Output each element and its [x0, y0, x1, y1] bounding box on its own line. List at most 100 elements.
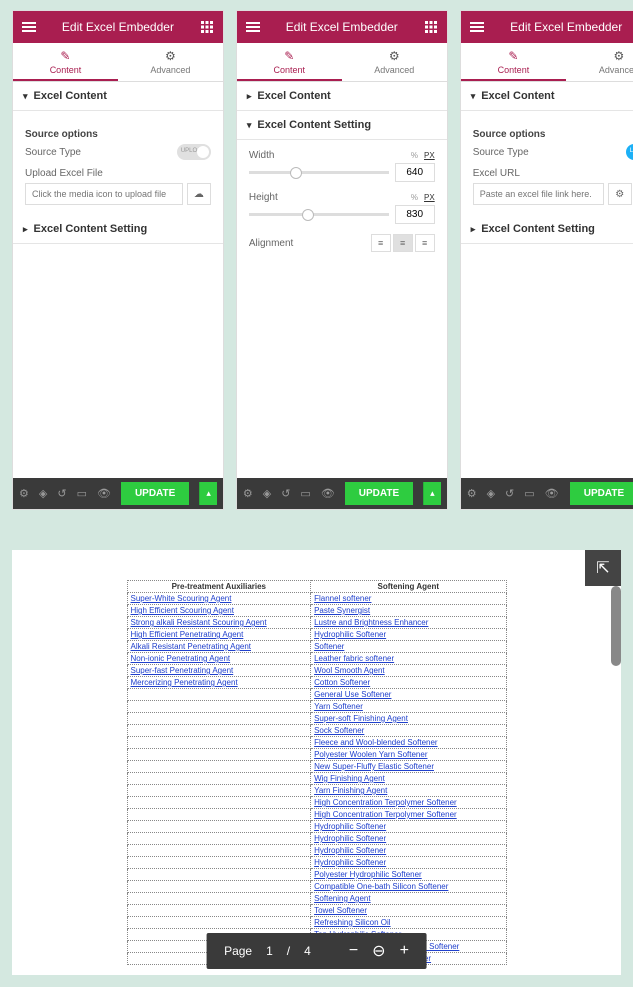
- settings-icon[interactable]: ⚙: [243, 487, 253, 500]
- responsive-icon[interactable]: ▭: [524, 487, 534, 500]
- height-input[interactable]: [395, 205, 435, 224]
- settings-icon[interactable]: ⚙: [467, 487, 477, 500]
- tab-advanced[interactable]: ⚙Advanced: [118, 43, 223, 81]
- align-right-button[interactable]: ≡: [415, 234, 435, 252]
- cell-link[interactable]: Cotton Softener: [314, 678, 370, 687]
- section-excel-content[interactable]: ▸Excel Content: [237, 82, 447, 111]
- update-dropdown[interactable]: ▴: [423, 482, 441, 505]
- align-left-button[interactable]: ≡: [371, 234, 391, 252]
- cell-link[interactable]: Sock Softener: [314, 726, 364, 735]
- settings-icon[interactable]: ⚙: [19, 487, 29, 500]
- cell-link[interactable]: Wool Smooth Agent: [314, 666, 385, 675]
- url-input[interactable]: [473, 183, 604, 205]
- tab-content[interactable]: ✎Content: [237, 43, 342, 81]
- link-options-button[interactable]: ⚙: [608, 183, 632, 205]
- menu-icon[interactable]: [467, 17, 487, 37]
- cell-link[interactable]: Polyester Woolen Yarn Softener: [314, 750, 427, 759]
- cell-link[interactable]: Mercerizing Penetrating Agent: [131, 678, 238, 687]
- unit-px[interactable]: PX: [424, 151, 435, 160]
- update-dropdown[interactable]: ▴: [199, 482, 217, 505]
- cell-link[interactable]: Hydrophilic Softener: [314, 846, 386, 855]
- history-icon[interactable]: ↺: [281, 487, 290, 500]
- pencil-icon: ✎: [461, 49, 567, 63]
- cell-link[interactable]: Super-soft Finishing Agent: [314, 714, 408, 723]
- popout-icon[interactable]: ⇱: [585, 550, 621, 586]
- table-cell: Compatible One-bath Silicon Softener: [311, 881, 506, 893]
- menu-icon[interactable]: [243, 17, 263, 37]
- menu-icon[interactable]: [19, 17, 39, 37]
- width-slider[interactable]: [249, 171, 389, 174]
- cell-link[interactable]: Flannel softener: [314, 594, 371, 603]
- pencil-icon: ✎: [13, 49, 118, 63]
- cell-link[interactable]: Paste Synergist: [314, 606, 370, 615]
- responsive-icon[interactable]: ▭: [77, 487, 87, 500]
- cell-link[interactable]: Compatible One-bath Silicon Softener: [314, 882, 448, 891]
- cell-link[interactable]: Hydrophilic Softener: [314, 858, 386, 867]
- cell-link[interactable]: Fleece and Wool-blended Softener: [314, 738, 438, 747]
- tab-content[interactable]: ✎Content: [461, 43, 567, 81]
- cell-link[interactable]: Hydrophilic Softener: [314, 834, 386, 843]
- unit-pct[interactable]: %: [411, 151, 418, 160]
- zoom-out-icon[interactable]: −: [349, 942, 358, 960]
- upload-media-button[interactable]: ☁: [187, 183, 211, 205]
- cell-link[interactable]: High Efficient Scouring Agent: [131, 606, 234, 615]
- responsive-icon[interactable]: ▭: [300, 487, 310, 500]
- apps-icon[interactable]: [197, 17, 217, 37]
- update-button[interactable]: UPDATE: [345, 482, 413, 505]
- preview-icon[interactable]: 👁: [321, 487, 335, 500]
- cell-link[interactable]: Lustre and Brightness Enhancer: [314, 618, 428, 627]
- layers-icon[interactable]: ◈: [39, 487, 47, 500]
- width-input[interactable]: [395, 163, 435, 182]
- layers-icon[interactable]: ◈: [487, 487, 495, 500]
- unit-px[interactable]: PX: [424, 193, 435, 202]
- history-icon[interactable]: ↺: [505, 487, 514, 500]
- cell-link[interactable]: Softening Agent: [314, 894, 371, 903]
- zoom-in-icon[interactable]: +: [400, 942, 409, 960]
- cell-link[interactable]: Non-ionic Penetrating Agent: [131, 654, 231, 663]
- cell-link[interactable]: General Use Softener: [314, 690, 391, 699]
- section-excel-setting[interactable]: ▸Excel Content Setting: [461, 215, 633, 244]
- cell-link[interactable]: Yarn Softener: [314, 702, 363, 711]
- section-excel-content[interactable]: ▾Excel Content: [13, 82, 223, 111]
- section-excel-content[interactable]: ▾Excel Content: [461, 82, 633, 111]
- align-center-button[interactable]: ≡: [393, 234, 413, 252]
- history-icon[interactable]: ↺: [57, 487, 66, 500]
- update-button[interactable]: UPDATE: [570, 482, 633, 505]
- tab-content[interactable]: ✎Content: [13, 43, 118, 81]
- cell-link[interactable]: Refreshing Silicon Oil: [314, 918, 390, 927]
- section-excel-setting[interactable]: ▾Excel Content Setting: [237, 111, 447, 140]
- apps-icon[interactable]: [421, 17, 441, 37]
- cell-link[interactable]: Leather fabric softener: [314, 654, 394, 663]
- preview-icon[interactable]: 👁: [545, 487, 559, 500]
- source-type-toggle[interactable]: LINK: [626, 144, 633, 160]
- cell-link[interactable]: Super-White Scouring Agent: [131, 594, 232, 603]
- cell-link[interactable]: High Efficient Penetrating Agent: [131, 630, 244, 639]
- cell-link[interactable]: Wig Finishing Agent: [314, 774, 385, 783]
- source-type-toggle[interactable]: UPLOAD: [177, 144, 211, 160]
- table-row: Wig Finishing Agent: [127, 773, 506, 785]
- cell-link[interactable]: Polyester Hydrophilic Softener: [314, 870, 422, 879]
- preview-icon[interactable]: 👁: [97, 487, 111, 500]
- unit-pct[interactable]: %: [411, 193, 418, 202]
- cell-link[interactable]: New Super-Fluffy Elastic Softener: [314, 762, 434, 771]
- vertical-scrollbar[interactable]: [611, 586, 621, 666]
- cell-link[interactable]: Alkali Resistant Penetrating Agent: [131, 642, 252, 651]
- height-slider[interactable]: [249, 213, 389, 216]
- layers-icon[interactable]: ◈: [263, 487, 271, 500]
- table-cell: New Super-Fluffy Elastic Softener: [311, 761, 506, 773]
- cell-link[interactable]: Softener: [314, 642, 344, 651]
- cell-link[interactable]: Yarn Finishing Agent: [314, 786, 387, 795]
- cell-link[interactable]: Strong alkali Resistant Scouring Agent: [131, 618, 267, 627]
- upload-input[interactable]: [25, 183, 183, 205]
- cell-link[interactable]: Hydrophilic Softener: [314, 630, 386, 639]
- cell-link[interactable]: Super-fast Penetrating Agent: [131, 666, 234, 675]
- tab-advanced[interactable]: ⚙Advanced: [566, 43, 633, 81]
- tab-advanced[interactable]: ⚙Advanced: [342, 43, 447, 81]
- section-excel-setting[interactable]: ▸Excel Content Setting: [13, 215, 223, 244]
- update-button[interactable]: UPDATE: [121, 482, 189, 505]
- cell-link[interactable]: High Concentration Terpolymer Softener: [314, 810, 457, 819]
- cell-link[interactable]: Hydrophilic Softener: [314, 822, 386, 831]
- zoom-reset-icon[interactable]: ⊖: [372, 941, 385, 961]
- cell-link[interactable]: High Concentration Terpolymer Softener: [314, 798, 457, 807]
- cell-link[interactable]: Towel Softener: [314, 906, 367, 915]
